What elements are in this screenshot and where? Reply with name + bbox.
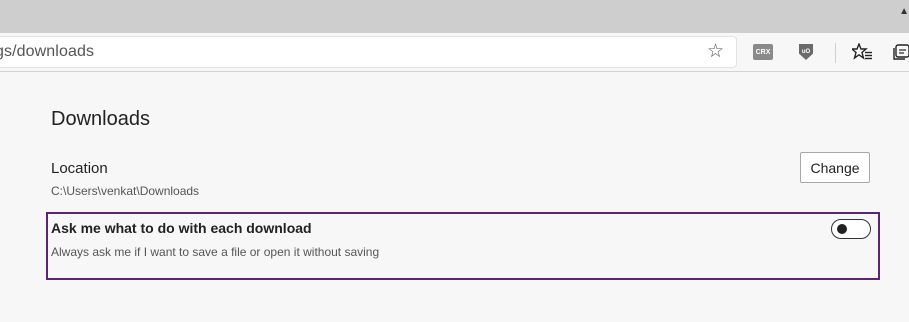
page-title: Downloads [51,108,150,130]
crx-extension-button[interactable]: CRX [749,39,777,65]
toggle-knob [837,224,847,234]
ask-download-description: Always ask me if I want to save a file o… [51,245,380,259]
browser-toolbar: gs/downloads ☆ CRX uO [0,33,909,72]
location-path: C:\Users\venkat\Downloads [51,184,200,198]
add-favorite-star-icon[interactable]: ☆ [707,40,724,63]
ublock-extension-button[interactable]: uO [792,39,820,65]
favorites-button[interactable] [848,39,876,65]
ask-download-toggle[interactable] [831,219,871,239]
address-bar[interactable]: gs/downloads ☆ [0,36,737,68]
window-titlebar: ▲ [0,0,909,33]
collections-button[interactable] [893,39,909,65]
location-label: Location [51,160,108,177]
toolbar-divider [835,43,836,63]
change-location-button[interactable]: Change [800,152,870,183]
crx-extension-icon: CRX [753,44,773,60]
ask-download-label: Ask me what to do with each download [51,220,312,236]
address-url[interactable]: gs/downloads [0,43,94,61]
settings-page: Downloads Location C:\Users\venkat\Downl… [0,72,909,322]
favorites-list-star-icon [852,43,872,60]
ublock-origin-icon: uO [799,44,813,60]
collections-icon [893,44,909,60]
caret-icon: ▲ [899,6,909,17]
